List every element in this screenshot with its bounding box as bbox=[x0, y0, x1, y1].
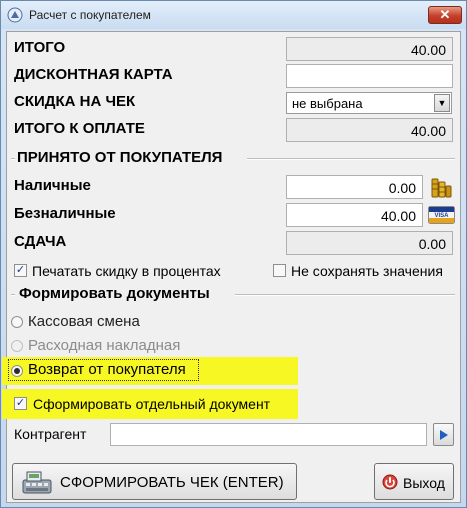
check-discount-select[interactable]: не выбрана ▼ bbox=[286, 92, 452, 114]
cash-coins-icon[interactable] bbox=[429, 175, 453, 199]
svg-text:VISA: VISA bbox=[434, 213, 449, 219]
radio-expense-invoice-label[interactable]: Расходная накладная bbox=[28, 337, 180, 354]
cashless-input[interactable]: 40.00 bbox=[286, 203, 423, 227]
do-not-save-checkbox[interactable] bbox=[273, 264, 286, 277]
make-check-label: СФОРМИРОВАТЬ ЧЕК (ENTER) bbox=[60, 474, 284, 491]
do-not-save-label[interactable]: Не сохранять значения bbox=[291, 263, 443, 279]
visa-card-icon[interactable]: VISA bbox=[428, 206, 455, 224]
total-field: 40.00 bbox=[286, 37, 453, 61]
documents-group-label: Формировать документы bbox=[19, 285, 210, 302]
discount-card-label: ДИСКОНТНАЯ КАРТА bbox=[14, 66, 173, 83]
cash-register-icon bbox=[22, 471, 52, 494]
print-discount-checkbox[interactable]: ✓ bbox=[14, 264, 27, 277]
play-arrow-icon bbox=[440, 430, 448, 440]
counterparty-label: Контрагент bbox=[14, 426, 87, 442]
change-label: СДАЧА bbox=[14, 233, 67, 250]
radio-cash-shift[interactable] bbox=[11, 316, 23, 328]
total-label: ИТОГО bbox=[14, 39, 66, 56]
change-field: 0.00 bbox=[286, 231, 453, 255]
discount-card-input[interactable] bbox=[286, 64, 453, 88]
received-group-label: ПРИНЯТО ОТ ПОКУПАТЕЛЯ bbox=[17, 149, 223, 166]
check-discount-value: не выбрана bbox=[292, 96, 363, 111]
form-body: ИТОГО 40.00 ДИСКОНТНАЯ КАРТА СКИДКА НА Ч… bbox=[2, 31, 461, 503]
cash-label: Наличные bbox=[14, 177, 91, 194]
chevron-down-icon[interactable]: ▼ bbox=[434, 94, 450, 112]
check-discount-label: СКИДКА НА ЧЕК bbox=[14, 93, 136, 110]
close-button[interactable]: ✕ bbox=[428, 6, 462, 24]
radio-return-label[interactable]: Возврат от покупателя bbox=[28, 361, 186, 378]
cashless-label: Безналичные bbox=[14, 205, 116, 222]
app-icon bbox=[7, 7, 23, 23]
group-divider bbox=[235, 294, 455, 296]
counterparty-input[interactable] bbox=[110, 423, 427, 446]
group-divider bbox=[11, 294, 15, 296]
radio-cash-shift-label[interactable]: Кассовая смена bbox=[28, 313, 140, 330]
radio-return-from-buyer[interactable] bbox=[11, 365, 23, 377]
window-title: Расчет с покупателем bbox=[29, 8, 151, 22]
separate-doc-label[interactable]: Сформировать отдельный документ bbox=[33, 396, 270, 412]
cash-input[interactable]: 0.00 bbox=[286, 175, 423, 199]
title-bar[interactable]: Расчет с покупателем ✕ bbox=[1, 1, 466, 29]
separate-doc-checkbox[interactable]: ✓ bbox=[14, 397, 27, 410]
radio-expense-invoice[interactable] bbox=[11, 340, 23, 352]
make-check-button[interactable]: СФОРМИРОВАТЬ ЧЕК (ENTER) bbox=[12, 463, 297, 500]
payable-label: ИТОГО К ОПЛАТЕ bbox=[14, 120, 145, 137]
close-icon: ✕ bbox=[439, 7, 451, 22]
counterparty-select-button[interactable] bbox=[433, 423, 454, 446]
payable-field: 40.00 bbox=[286, 118, 453, 142]
payment-window: Расчет с покупателем ✕ ИТОГО 40.00 ДИСКО… bbox=[0, 0, 467, 508]
print-discount-label[interactable]: Печатать скидку в процентах bbox=[32, 263, 221, 279]
group-divider bbox=[11, 158, 15, 160]
exit-button[interactable]: Выход bbox=[374, 463, 454, 500]
exit-label: Выход bbox=[403, 475, 445, 491]
exit-icon bbox=[382, 474, 398, 490]
group-divider bbox=[247, 158, 455, 160]
